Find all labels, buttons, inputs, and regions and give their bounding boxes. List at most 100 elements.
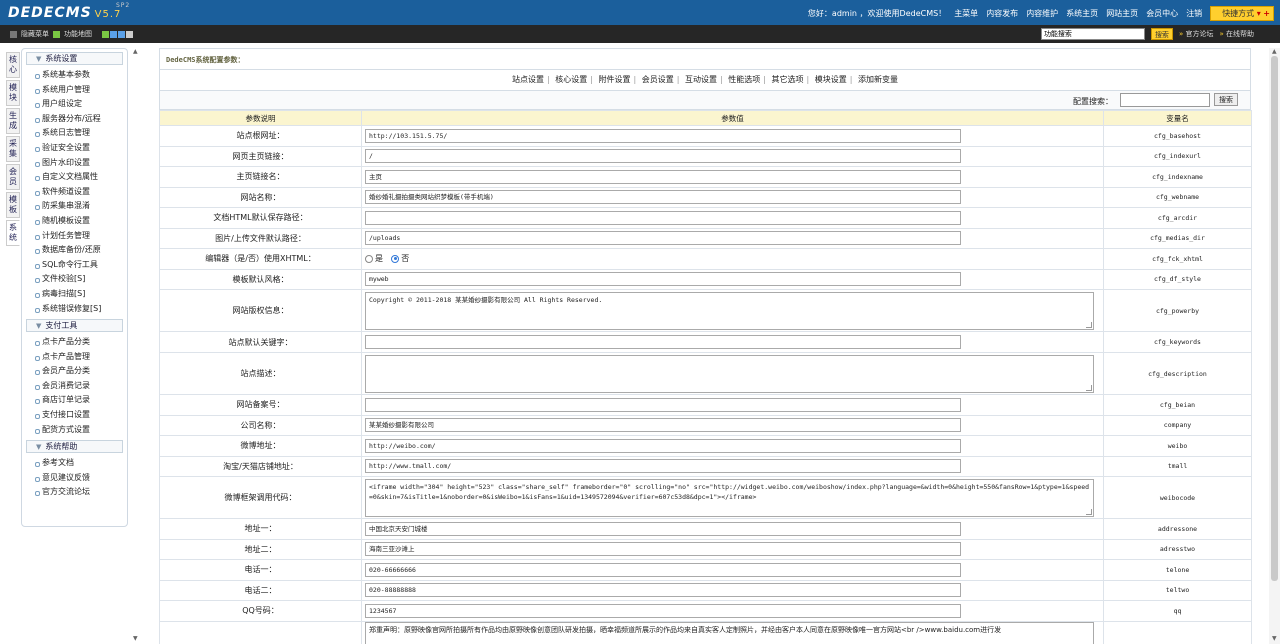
sidebar-group-header[interactable]: ▼ 支付工具 xyxy=(26,319,123,333)
sidebar-item[interactable]: 会员消费记录 xyxy=(22,379,127,394)
param-input[interactable]: 020-66666666 xyxy=(365,562,961,577)
nav-site-home[interactable]: 网站主页 xyxy=(1106,8,1138,19)
param-input[interactable]: 海南三亚沙滩上 xyxy=(365,542,961,557)
tab-collect[interactable]: 采集 xyxy=(6,136,20,162)
sidebar-item[interactable]: 系统错误修复[S] xyxy=(22,302,127,317)
sidebar-item[interactable]: 数据库备份/还原 xyxy=(22,243,127,258)
param-textarea[interactable]: Copyright © 2011-2018 某某婚纱摄影有限公司 All Rig… xyxy=(365,291,1094,330)
tab-site-settings[interactable]: 站点设置 xyxy=(509,75,547,84)
sidebar-item[interactable]: 软件频道设置 xyxy=(22,185,127,200)
param-input[interactable]: 020-88888888 xyxy=(365,583,961,598)
layout-icon-1[interactable] xyxy=(102,30,109,38)
sidebar-item[interactable]: 会员产品分类 xyxy=(22,364,127,379)
tab-add-variable[interactable]: 添加新变量 xyxy=(855,75,901,84)
main-scrollbar[interactable]: ▲ ▼ xyxy=(1269,48,1280,644)
param-input[interactable]: 婚纱婚礼摄拍摄类网站织梦模板(带手机端) xyxy=(365,190,961,205)
sidebar-item[interactable]: 参考文档 xyxy=(22,456,127,471)
scroll-down-icon[interactable]: ▼ xyxy=(133,635,138,642)
sidebar-item[interactable]: 点卡产品分类 xyxy=(22,335,127,350)
quick-links-button[interactable]: 快捷方式 ▾ + xyxy=(1210,6,1274,21)
param-textarea[interactable]: 郑重声明：原野映像官网所拍摄所有作品均由原野映像创意团队研发拍摄，晒幸福频道所展… xyxy=(365,621,1094,644)
nav-content-publish[interactable]: 内容发布 xyxy=(986,8,1018,19)
layout-icon-3[interactable] xyxy=(118,30,125,38)
official-forum-link[interactable]: » 官方论坛 xyxy=(1179,29,1214,39)
tab-generate[interactable]: 生成 xyxy=(6,108,20,134)
sidebar-item[interactable]: 商店订单记录 xyxy=(22,393,127,408)
sidebar-item[interactable]: 系统基本参数 xyxy=(22,68,127,83)
param-input[interactable]: 主页 xyxy=(365,169,961,184)
param-input[interactable] xyxy=(365,397,961,412)
layout-icon-4[interactable] xyxy=(126,30,133,38)
nav-system-home[interactable]: 系统主页 xyxy=(1066,8,1098,19)
online-help-link[interactable]: » 在线帮助 xyxy=(1219,29,1254,39)
tab-member-settings[interactable]: 会员设置 xyxy=(639,75,677,84)
tab-interaction-settings[interactable]: 互动设置 xyxy=(682,75,720,84)
scroll-up-icon[interactable]: ▲ xyxy=(133,48,138,55)
radio-yes[interactable]: 是 xyxy=(365,253,383,264)
param-textarea[interactable]: <iframe width="304" height="523" class="… xyxy=(365,478,1094,517)
param-input[interactable]: 1234567 xyxy=(365,603,961,618)
scroll-up-icon[interactable]: ▲ xyxy=(1272,48,1277,55)
hide-menu-link[interactable]: 隐藏菜单 xyxy=(21,29,49,39)
sidebar-item[interactable]: 文件校验[S] xyxy=(22,272,127,287)
function-search-input[interactable] xyxy=(1040,28,1145,40)
tab-core[interactable]: 核心 xyxy=(6,52,20,78)
param-input[interactable]: http://www.tmall.com/ xyxy=(365,459,961,474)
tab-core-settings[interactable]: 核心设置 xyxy=(552,75,590,84)
param-input[interactable]: /uploads xyxy=(365,231,961,246)
config-search-button[interactable]: 搜索 xyxy=(1214,93,1238,106)
sidebar-item[interactable]: 点卡产品管理 xyxy=(22,350,127,365)
nav-content-maintain[interactable]: 内容维护 xyxy=(1026,8,1058,19)
tab-other-options[interactable]: 其它选项 xyxy=(769,75,807,84)
param-input[interactable] xyxy=(365,335,961,349)
param-input[interactable]: 某某婚纱摄影有限公司 xyxy=(365,418,961,433)
layout-icon-2[interactable] xyxy=(110,30,117,38)
sidebar-item[interactable]: 支付接口设置 xyxy=(22,408,127,423)
scrollbar-thumb[interactable] xyxy=(1271,56,1278,581)
var-name: adresstwo xyxy=(1103,538,1252,560)
sidebar-group-header[interactable]: ▼ 系统帮助 xyxy=(26,440,123,454)
function-map-link[interactable]: 功能地图 xyxy=(64,29,92,39)
sidebar-item[interactable]: 图片水印设置 xyxy=(22,156,127,171)
sidebar-item[interactable]: 自定义文档属性 xyxy=(22,170,127,185)
sidebar-item[interactable]: 用户组设定 xyxy=(22,97,127,112)
tab-attachment-settings[interactable]: 附件设置 xyxy=(596,75,634,84)
tab-member[interactable]: 会员 xyxy=(6,164,20,190)
hide-menu-icon xyxy=(10,30,17,38)
sidebar-item[interactable]: 验证安全设置 xyxy=(22,141,127,156)
sidebar-item[interactable]: 官方交流论坛 xyxy=(22,485,127,500)
sidebar-item[interactable]: 计划任务管理 xyxy=(22,229,127,244)
sidebar-item[interactable]: SQL命令行工具 xyxy=(22,258,127,273)
tab-modules[interactable]: 模块 xyxy=(6,80,20,106)
sidebar-item[interactable]: 系统日志管理 xyxy=(22,126,127,141)
param-input[interactable]: http://103.151.5.75/ xyxy=(365,128,961,143)
var-name xyxy=(1103,620,1252,644)
sidebar-item[interactable]: 系统用户管理 xyxy=(22,83,127,98)
sidebar-item[interactable]: 服务器分布/远程 xyxy=(22,112,127,127)
param-input[interactable]: http://weibo.com/ xyxy=(365,438,961,453)
nav-member-center[interactable]: 会员中心 xyxy=(1146,8,1178,19)
radio-no[interactable]: 否 xyxy=(391,253,409,264)
tab-system[interactable]: 系统 xyxy=(6,220,20,246)
function-search-button[interactable]: 搜索 xyxy=(1150,28,1173,40)
var-name: cfg_keywords xyxy=(1103,331,1252,353)
tab-template[interactable]: 模板 xyxy=(6,192,20,218)
tab-performance-options[interactable]: 性能选项 xyxy=(725,75,763,84)
config-search-input[interactable] xyxy=(1120,93,1210,107)
scroll-down-icon[interactable]: ▼ xyxy=(1272,635,1277,642)
nav-logout[interactable]: 注销 xyxy=(1186,8,1202,19)
sidebar-scrollbar[interactable]: ▲ ▼ xyxy=(132,48,140,644)
sidebar-item[interactable]: 配货方式设置 xyxy=(22,423,127,438)
sidebar-item[interactable]: 防采集串混淆 xyxy=(22,199,127,214)
param-textarea[interactable] xyxy=(365,354,1094,393)
sidebar-item[interactable]: 随机模板设置 xyxy=(22,214,127,229)
sidebar-item[interactable]: 病毒扫描[S] xyxy=(22,287,127,302)
param-input[interactable] xyxy=(365,210,961,225)
param-input[interactable]: / xyxy=(365,149,961,164)
nav-main-menu[interactable]: 主菜单 xyxy=(954,8,978,19)
param-input[interactable]: myweb xyxy=(365,272,961,287)
param-input[interactable]: 中国北京天安门城楼 xyxy=(365,521,961,536)
sidebar-item[interactable]: 意见建议反馈 xyxy=(22,471,127,486)
sidebar-group-header[interactable]: ▼ 系统设置 xyxy=(26,52,123,65)
tab-module-settings[interactable]: 模块设置 xyxy=(812,75,850,84)
